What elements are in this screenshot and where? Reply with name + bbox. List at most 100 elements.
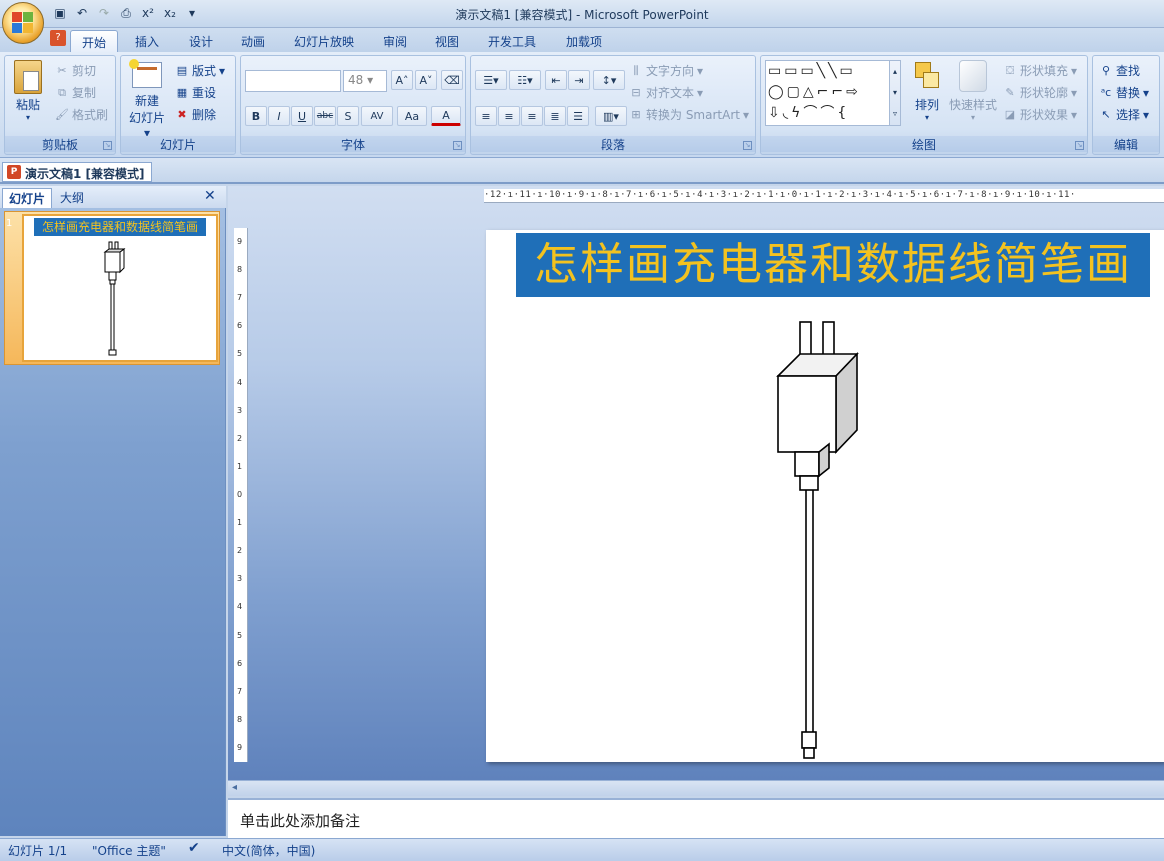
charger-cable-drawing[interactable] xyxy=(486,230,1164,762)
underline-button[interactable]: U xyxy=(291,106,313,126)
vruler-tick: 8 xyxy=(237,265,243,275)
save-icon[interactable]: ▣ xyxy=(50,4,70,22)
charger-prong-left xyxy=(799,321,812,367)
justify-button[interactable]: ≣ xyxy=(544,106,566,126)
horizontal-scrollbar[interactable]: ◂ xyxy=(228,780,1164,796)
customize-qat-icon[interactable]: ▾ xyxy=(182,4,202,22)
tab-slideshow[interactable]: 幻灯片放映 xyxy=(284,30,364,52)
paste-button[interactable]: 粘贴 ▾ xyxy=(11,60,45,122)
replace-button[interactable]: ᵃc 替换 ▾ xyxy=(1099,84,1149,101)
vruler-tick: 3 xyxy=(237,405,243,415)
grow-font-button[interactable]: A ˄ xyxy=(391,70,413,90)
increase-indent-button[interactable]: ⇥ xyxy=(568,70,590,90)
slide-thumbnail[interactable]: 怎样画充电器和数据线简笔画 xyxy=(22,214,218,362)
effects-icon: ◪ xyxy=(1004,107,1016,121)
superscript-icon[interactable]: x² xyxy=(138,4,158,22)
align-right-icon: ≡ xyxy=(527,109,537,123)
document-tab[interactable]: P 演示文稿1 [兼容模式] xyxy=(2,162,152,182)
italic-button[interactable]: I xyxy=(268,106,290,126)
replace-icon: ᵃc xyxy=(1100,85,1112,99)
outdent-icon: ⇤ xyxy=(551,73,561,87)
tab-home[interactable]: 开始 xyxy=(70,30,118,52)
align-center-button[interactable]: ≡ xyxy=(498,106,520,126)
char-spacing-button[interactable]: AV xyxy=(361,106,393,126)
shapes-row-2-icon: ◯▢△⌐⌐⇨ xyxy=(768,84,861,100)
ribbon-tab-bar: ? 开始 插入 设计 动画 幻灯片放映 审阅 视图 开发工具 加载项 xyxy=(0,28,1164,52)
bullets-button[interactable]: ☰▾ xyxy=(475,70,507,90)
align-text-button[interactable]: ⊟ 对齐文本 ▾ xyxy=(629,84,703,101)
clipboard-group-label: 剪贴板 xyxy=(5,136,115,152)
slide-title[interactable]: 怎样画充电器和数据线简笔画 xyxy=(516,233,1150,297)
shapes-gallery[interactable]: ▭▭▭╲╲▭ ◯▢△⌐⌐⇨ ⇩◟ϟ⌒⌒{ xyxy=(765,60,891,126)
font-launcher-icon[interactable]: ↘ xyxy=(453,141,462,150)
align-left-button[interactable]: ≡ xyxy=(475,106,497,126)
print-preview-icon[interactable]: ⎙ xyxy=(116,4,136,22)
find-button[interactable]: ⚲ 查找 xyxy=(1099,62,1140,79)
tab-developer[interactable]: 开发工具 xyxy=(478,30,546,52)
tab-addins[interactable]: 加载项 xyxy=(554,30,614,52)
vruler-tick: 2 xyxy=(237,546,243,556)
shape-outline-button[interactable]: ✎ 形状轮廓 ▾ xyxy=(1003,84,1077,101)
columns-button[interactable]: ▥▾ xyxy=(595,106,627,126)
shape-fill-button[interactable]: ⛋ 形状填充 ▾ xyxy=(1003,62,1077,79)
office-button[interactable] xyxy=(2,2,44,44)
bold-button[interactable]: B xyxy=(245,106,267,126)
line-spacing-button[interactable]: ↕▾ xyxy=(593,70,625,90)
help-icon[interactable]: ? xyxy=(50,30,66,46)
layout-button[interactable]: ▤ 版式 ▾ xyxy=(175,62,225,79)
font-name-input[interactable] xyxy=(245,70,341,92)
subscript-icon[interactable]: x₂ xyxy=(160,4,180,22)
theme-name[interactable]: "Office 主题" xyxy=(92,842,166,859)
redo-icon[interactable]: ↷ xyxy=(94,4,114,22)
decrease-indent-button[interactable]: ⇤ xyxy=(545,70,567,90)
distribute-button[interactable]: ☰ xyxy=(567,106,589,126)
shrink-font-button[interactable]: A ˅ xyxy=(415,70,437,90)
text-direction-icon: ⫼ xyxy=(633,63,639,77)
clipboard-launcher-icon[interactable]: ↘ xyxy=(103,141,112,150)
editing-group: ⚲ 查找 ᵃc 替换 ▾ ↖ 选择 ▾ 编辑 xyxy=(1092,55,1160,155)
language-indicator[interactable]: 中文(简体，中国) xyxy=(222,842,315,859)
shapes-scroll[interactable]: ▴ ▾ ▿ xyxy=(889,60,901,126)
font-size-input[interactable]: 48 ▾ xyxy=(343,70,387,92)
vruler-tick: 5 xyxy=(237,349,243,359)
cut-button[interactable]: ✂ 剪切 xyxy=(55,62,96,79)
tab-review[interactable]: 审阅 xyxy=(372,30,418,52)
tab-animations[interactable]: 动画 xyxy=(230,30,276,52)
spellcheck-icon[interactable]: ✔ xyxy=(188,840,200,856)
cable-connector-top xyxy=(799,475,819,491)
copy-button[interactable]: ⧉ 复制 xyxy=(55,84,96,101)
tab-outline-pane[interactable]: 大纲 xyxy=(54,188,90,208)
font-color-button[interactable]: A xyxy=(431,106,461,126)
line-spacing-icon: ↕▾ xyxy=(601,73,617,87)
notes-pane[interactable]: 单击此处添加备注 xyxy=(228,798,1164,838)
tab-view[interactable]: 视图 xyxy=(424,30,470,52)
bullets-icon: ☰▾ xyxy=(483,73,499,87)
slide-canvas[interactable]: 怎样画充电器和数据线简笔画 xyxy=(486,230,1164,762)
slide-count: 幻灯片 1/1 xyxy=(8,844,68,858)
select-button[interactable]: ↖ 选择 ▾ xyxy=(1099,106,1149,123)
delete-button[interactable]: ✖ 删除 xyxy=(175,106,216,123)
change-case-button[interactable]: Aa xyxy=(397,106,427,126)
strikethrough-button[interactable]: abc xyxy=(314,106,336,126)
clear-format-button[interactable]: ⌫ xyxy=(441,70,463,90)
drawing-launcher-icon[interactable]: ↘ xyxy=(1075,141,1084,150)
shape-effects-button[interactable]: ◪ 形状效果 ▾ xyxy=(1003,106,1077,123)
status-bar: 幻灯片 1/1 "Office 主题" ✔ 中文(简体，中国) xyxy=(0,838,1164,861)
tab-insert[interactable]: 插入 xyxy=(124,30,170,52)
align-right-button[interactable]: ≡ xyxy=(521,106,543,126)
tab-slides-pane[interactable]: 幻灯片 xyxy=(2,188,53,208)
format-painter-button[interactable]: 🖌 格式刷 xyxy=(55,106,108,123)
reset-button[interactable]: ▦ 重设 xyxy=(175,84,216,101)
numbering-button[interactable]: ☷▾ xyxy=(509,70,541,90)
tab-design[interactable]: 设计 xyxy=(178,30,224,52)
paragraph-launcher-icon[interactable]: ↘ xyxy=(743,141,752,150)
close-pane-icon[interactable]: ✕ xyxy=(204,188,216,204)
shadow-button[interactable]: S xyxy=(337,106,359,126)
new-slide-button[interactable]: 新建 幻灯片 ▾ xyxy=(125,59,169,140)
quick-styles-button[interactable]: 快速样式 ▾ xyxy=(947,60,999,122)
undo-icon[interactable]: ↶ xyxy=(72,4,92,22)
arrange-button[interactable]: 排列 ▾ xyxy=(907,60,947,122)
text-direction-button[interactable]: ⫼ 文字方向 ▾ xyxy=(629,62,703,79)
convert-smartart-button[interactable]: ⊞ 转换为 SmartArt ▾ xyxy=(629,106,749,123)
scroll-left-icon[interactable]: ◂ xyxy=(232,782,237,793)
